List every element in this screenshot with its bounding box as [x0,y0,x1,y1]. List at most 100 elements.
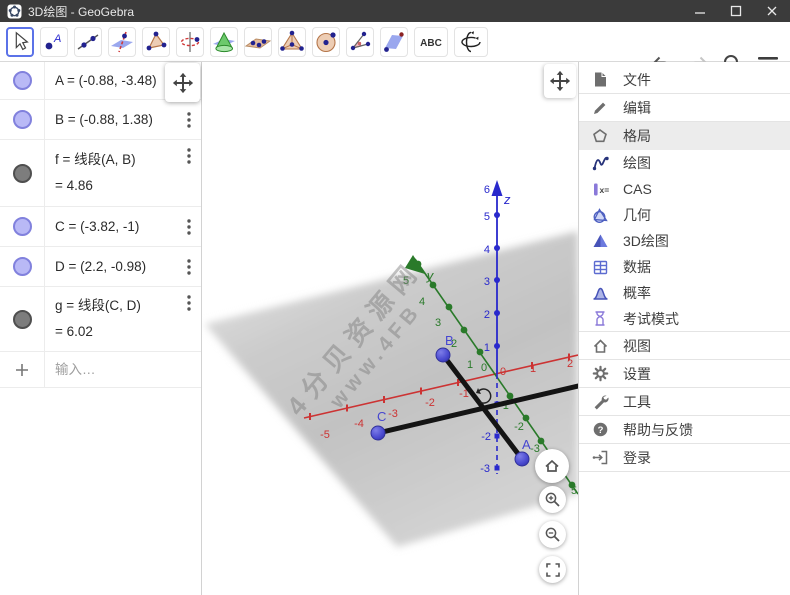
cas-icon: x= [591,180,609,198]
home-icon [543,457,561,475]
toolbar: A ABC [0,22,790,62]
algebra-row-A[interactable]: A = (-0.88, -3.48) [0,62,201,100]
menu-item-geometry[interactable]: 几何 [579,202,790,228]
svg-text:z: z [503,192,511,207]
graphics-3d-canvas: -5 -4 -3 -2 -1 0 1 2 5 [202,62,578,595]
tool-sphere-button[interactable] [312,27,340,57]
menu-item-spreadsheet[interactable]: 数据 [579,254,790,280]
menu-item-probability[interactable]: 概率 [579,280,790,306]
row-options-icon[interactable] [187,112,191,128]
menu-item-help[interactable]: ? 帮助与反馈 [579,416,790,444]
rotation-icon [177,29,203,55]
tool-cone-button[interactable] [210,27,238,57]
main-menu: 文件 编辑 格局 绘图 x= CAS 几何 3D绘图 数据 [578,62,790,595]
menu-item-tools[interactable]: 工具 [579,388,790,416]
minimize-button[interactable] [682,0,718,22]
svg-text:5: 5 [571,485,577,497]
svg-text:3: 3 [435,317,441,329]
row-options-icon[interactable] [187,219,191,235]
tool-point-button[interactable]: A [40,27,68,57]
svg-text:-2: -2 [514,421,524,433]
gear-icon [591,365,609,383]
visibility-toggle[interactable] [13,71,32,90]
menu-item-layout[interactable]: 格局 [579,122,790,150]
algebra-input[interactable] [45,362,185,377]
visibility-toggle[interactable] [13,257,32,276]
xy-plane [205,231,578,547]
tool-move-button[interactable] [6,27,34,57]
title-bar: 3D绘图 - GeoGebra [0,0,790,22]
signin-icon [591,449,609,467]
zoom-out-button[interactable] [539,521,566,548]
row-options-icon[interactable] [187,295,191,311]
move-view-button[interactable] [544,64,576,98]
svg-text:4: 4 [484,244,490,256]
row-options-icon[interactable] [187,148,191,164]
row-options-icon[interactable] [187,259,191,275]
svg-text:-4: -4 [354,418,364,430]
visibility-toggle[interactable] [13,110,32,129]
algebra-input-row[interactable] [0,352,201,388]
graphics-3d-view[interactable]: -5 -4 -3 -2 -1 0 1 2 5 [202,62,578,595]
fullscreen-button[interactable] [539,556,566,583]
tool-line-button[interactable] [74,27,102,57]
svg-text:4: 4 [419,296,425,308]
zoom-in-icon [544,491,561,508]
maximize-button[interactable] [718,0,754,22]
tool-plane-line-button[interactable] [108,27,136,57]
graphing3d-icon [591,232,609,250]
tool-text-button[interactable]: ABC [414,27,448,57]
close-button[interactable] [754,0,790,22]
zoom-in-button[interactable] [539,486,566,513]
menu-item-settings[interactable]: 设置 [579,360,790,388]
geogebra-logo-icon [7,4,22,19]
algebra-row-f[interactable]: f = 线段(A, B) = 4.86 [0,140,201,207]
algebra-row-C[interactable]: C = (-3.82, -1) [0,207,201,247]
algebra-row-D[interactable]: D = (2.2, -0.98) [0,247,201,287]
file-icon [591,71,609,89]
algebra-expression: C = (-3.82, -1) [55,214,139,240]
svg-text:5: 5 [403,275,409,287]
tool-rotation-button[interactable] [176,27,204,57]
tool-plane-button[interactable] [380,27,408,57]
svg-text:1: 1 [530,363,536,375]
menu-item-graphing3d[interactable]: 3D绘图 [579,228,790,254]
probability-icon [591,284,609,302]
visibility-toggle[interactable] [13,217,32,236]
algebra-row-B[interactable]: B = (-0.88, 1.38) [0,100,201,140]
menu-item-graphing[interactable]: 绘图 [579,150,790,176]
home-button[interactable] [535,449,569,483]
house-icon [591,337,609,355]
tool-pyramid-button[interactable] [278,27,306,57]
menu-item-views[interactable]: 视图 [579,332,790,360]
help-icon: ? [591,421,609,439]
menu-item-cas[interactable]: x= CAS [579,176,790,202]
tool-polygon-button[interactable] [142,27,170,57]
tool-plane-points-button[interactable] [244,27,272,57]
menu-item-signin[interactable]: 登录 [579,444,790,472]
menu-item-edit[interactable]: 编辑 [579,94,790,122]
polygon-icon [143,29,169,55]
svg-text:-3: -3 [480,463,490,475]
cone-icon [211,29,237,55]
graphing-icon [591,154,609,172]
fullscreen-icon [545,562,561,578]
visibility-toggle[interactable] [13,164,32,183]
svg-text:-3: -3 [388,408,398,420]
tool-angle-button[interactable] [346,27,374,57]
plane-icon [381,29,407,55]
tool-rotate-view-button[interactable] [454,27,488,57]
visibility-toggle[interactable] [13,310,32,329]
point-label-A: A [522,437,531,452]
menu-item-file[interactable]: 文件 [579,66,790,94]
plus-icon [14,362,30,378]
menu-item-exam[interactable]: 考试模式 [579,306,790,332]
algebra-expression: g = 线段(C, D) [55,293,141,319]
algebra-expression: f = 线段(A, B) [55,147,136,173]
algebra-row-g[interactable]: g = 线段(C, D) = 6.02 [0,287,201,352]
app-window: 3D绘图 - GeoGebra A [0,0,790,595]
move-handle-button[interactable] [165,63,200,102]
svg-text:-2: -2 [425,397,435,409]
spreadsheet-icon [591,258,609,276]
svg-text:0: 0 [500,366,506,378]
